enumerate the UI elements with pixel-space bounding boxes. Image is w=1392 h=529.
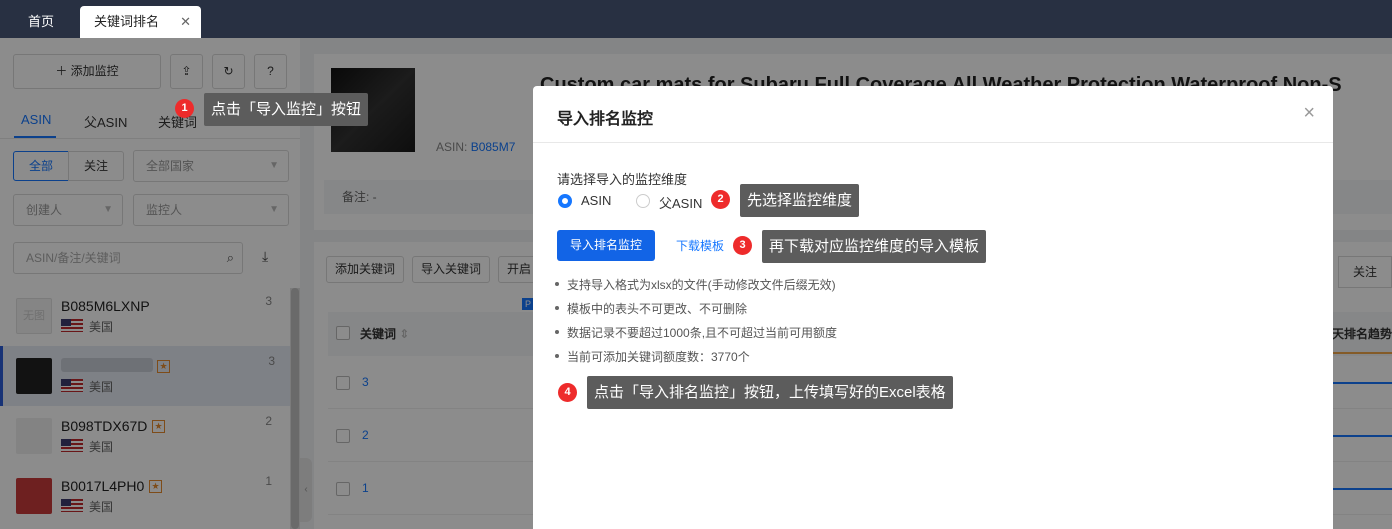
note-item: 数据记录不要超过1000条,且不可超过当前可用额度 [555,324,837,341]
download-template-link[interactable]: 下载模板 [676,237,724,254]
import-ranking-button[interactable]: 导入排名监控 [557,230,655,261]
top-tab-bar: 首页 关键词排名 ✕ [0,0,1392,38]
modal-title: 导入排名监控 [557,111,654,128]
step-badge-1: 1 [175,99,194,118]
note-text: 模板中的表头不可更改、不可删除 [567,302,748,316]
import-monitor-modal: 导入排名监控 × 请选择导入的监控维度 ASIN 父ASIN 导入排名监控 下载… [533,86,1333,529]
tab-keyword-ranking-label: 关键词排名 [94,14,160,29]
dimension-label: 请选择导入的监控维度 [557,172,688,187]
note-text: 数据记录不要超过1000条,且不可超过当前可用额度 [567,326,838,340]
step-tip-4: 点击「导入排名监控」按钮，上传填写好的Excel表格 [587,376,953,409]
step-tip-1: 点击「导入监控」按钮 [204,93,369,126]
radio-asin[interactable] [558,194,572,208]
note-item: 模板中的表头不可更改、不可删除 [555,300,747,317]
step-tip-2: 先选择监控维度 [740,184,860,217]
note-text: 当前可添加关键词额度数：3770个 [567,350,750,364]
step-badge-3: 3 [733,236,752,255]
radio-asin-label[interactable]: ASIN [581,193,611,208]
step-badge-2: 2 [711,190,730,209]
note-text: 支持导入格式为xlsx的文件(手动修改文件后缀无效) [567,278,836,292]
note-item: 当前可添加关键词额度数：3770个 [555,348,750,365]
note-item: 支持导入格式为xlsx的文件(手动修改文件后缀无效) [555,276,836,293]
step-tip-3: 再下载对应监控维度的导入模板 [762,230,987,263]
tab-home[interactable]: 首页 [14,6,68,38]
radio-parent-asin-label[interactable]: 父ASIN [659,193,702,212]
radio-parent-asin[interactable] [636,194,650,208]
step-badge-4: 4 [558,383,577,402]
close-icon[interactable]: ✕ [180,6,191,38]
modal-header: 导入排名监控 × [533,86,1333,143]
close-icon[interactable]: × [1303,102,1315,125]
tab-keyword-ranking[interactable]: 关键词排名 ✕ [80,6,201,38]
